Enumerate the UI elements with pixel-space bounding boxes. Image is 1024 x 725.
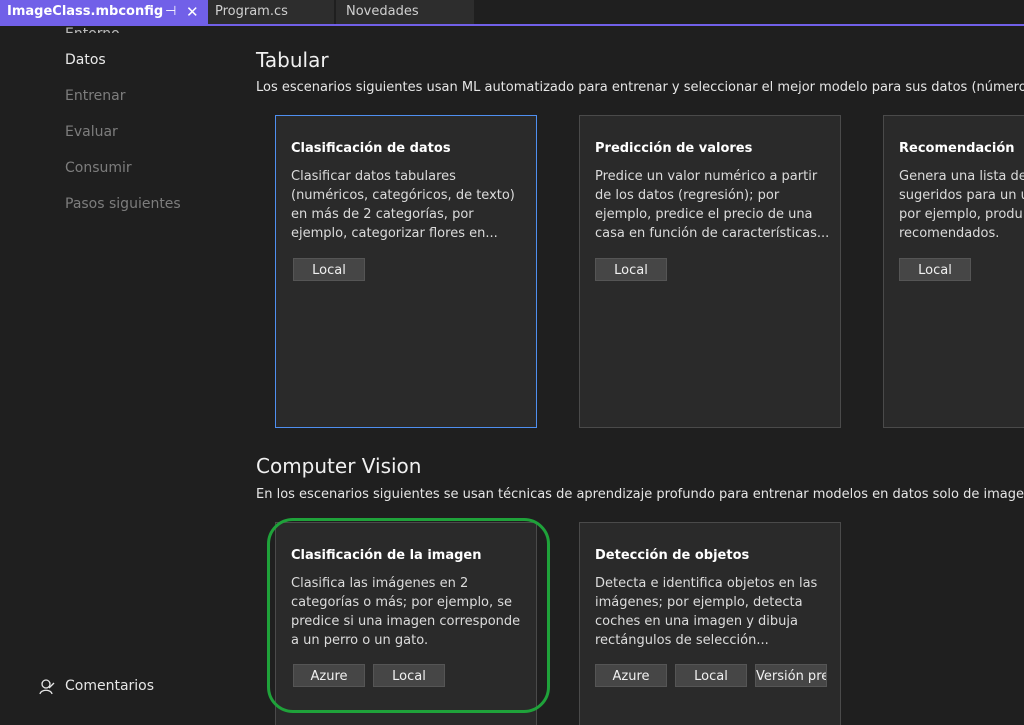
scenario-card-recommendation[interactable]: Recomendación Genera una lista de sugeri…	[883, 115, 1024, 428]
tab-label: Program.cs	[215, 4, 288, 19]
card-description-line: predice si una imagen corresponde	[291, 614, 521, 629]
card-description-line: por ejemplo, produ	[899, 207, 1023, 222]
card-description: Clasifica las imágenes en 2 categorías o…	[291, 574, 523, 650]
local-button[interactable]: Local	[899, 258, 971, 281]
card-description-line: imágenes; por ejemplo, detecta	[595, 595, 803, 610]
local-button[interactable]: Local	[595, 258, 667, 281]
section-description-tabular: Los escenarios siguientes usan ML automa…	[256, 80, 1024, 95]
scenario-card-object-detection[interactable]: Detección de objetos Detecta e identific…	[579, 522, 841, 725]
sidebar-item-entorno[interactable]: Entorno	[65, 26, 120, 33]
sidebar-item-pasos-siguientes[interactable]: Pasos siguientes	[65, 196, 181, 212]
card-description-line: ejemplo, categorizar flores en...	[291, 226, 498, 241]
tab-novedades[interactable]: Novedades	[336, 0, 474, 24]
scenario-card-data-classification[interactable]: Clasificación de datos Clasificar datos …	[275, 115, 537, 428]
tab-label: Novedades	[346, 4, 419, 19]
card-title: Recomendación	[899, 141, 1015, 156]
document-tab-bar: ImageClass.mbconfig ⊣ ✕ Program.cs Noved…	[0, 0, 1024, 26]
card-description-line: a un perro o un gato.	[291, 633, 429, 648]
section-title-computer-vision: Computer Vision	[256, 454, 422, 478]
card-description-line: Clasifica las imágenes en 2	[291, 576, 469, 591]
tab-label: ImageClass.mbconfig	[7, 4, 164, 19]
card-description: Predice un valor numérico a partir de lo…	[595, 167, 830, 243]
card-description-line: coches en una imagen y dibuja	[595, 614, 798, 629]
card-description-line: de los datos (regresión); por	[595, 188, 780, 203]
card-description-line: Clasificar datos tabulares	[291, 169, 456, 184]
tab-imageclass-mbconfig[interactable]: ImageClass.mbconfig ⊣ ✕	[0, 0, 208, 24]
card-title: Clasificación de datos	[291, 141, 451, 156]
preview-version-button[interactable]: Versión pre	[755, 664, 827, 687]
card-description-line: en más de 2 categorías, por	[291, 207, 474, 222]
scenario-panel: Tabular Los escenarios siguientes usan M…	[230, 28, 1024, 725]
card-description-line: ejemplo, predice el precio de una	[595, 207, 813, 222]
tab-program-cs[interactable]: Program.cs	[208, 0, 334, 24]
card-description-line: sugeridos para un u	[899, 188, 1024, 203]
card-description-line: Detecta e identifica objetos en las	[595, 576, 818, 591]
card-title: Clasificación de la imagen	[291, 548, 482, 563]
card-title: Detección de objetos	[595, 548, 750, 563]
card-description-line: casa en función de características...	[595, 226, 830, 241]
sidebar-item-datos[interactable]: Datos	[65, 52, 106, 68]
card-description-line: rectángulos de selección...	[595, 633, 769, 648]
section-description-computer-vision: En los escenarios siguientes se usan téc…	[256, 487, 1024, 502]
sidebar-item-consumir[interactable]: Consumir	[65, 160, 132, 176]
local-button[interactable]: Local	[675, 664, 747, 687]
azure-button[interactable]: Azure	[595, 664, 667, 687]
feedback-label: Comentarios	[65, 678, 155, 694]
card-description-line: (numéricos, categóricos, de texto)	[291, 188, 515, 203]
card-description: Clasificar datos tabulares (numéricos, c…	[291, 167, 523, 243]
card-description-line: Genera una lista de	[899, 169, 1024, 184]
section-title-tabular: Tabular	[256, 48, 329, 72]
scenario-card-image-classification[interactable]: Clasificación de la imagen Clasifica las…	[275, 522, 537, 725]
feedback-icon	[39, 679, 55, 695]
pin-icon[interactable]: ⊣	[165, 0, 176, 24]
azure-button[interactable]: Azure	[293, 664, 365, 687]
card-description: Genera una lista de sugeridos para un u …	[899, 167, 1024, 243]
local-button[interactable]: Local	[373, 664, 445, 687]
local-button[interactable]: Local	[293, 258, 365, 281]
sidebar-item-evaluar[interactable]: Evaluar	[65, 124, 118, 140]
scenario-card-value-prediction[interactable]: Predicción de valores Predice un valor n…	[579, 115, 841, 428]
card-description-line: recomendados.	[899, 226, 1000, 241]
card-description-line: Predice un valor numérico a partir	[595, 169, 818, 184]
card-description: Detecta e identifica objetos en las imág…	[595, 574, 827, 650]
card-title: Predicción de valores	[595, 141, 753, 156]
sidebar: Entorno Datos Entrenar Evaluar Consumir …	[0, 26, 230, 725]
sidebar-item-entrenar[interactable]: Entrenar	[65, 88, 125, 104]
close-icon[interactable]: ✕	[186, 0, 199, 24]
card-description-line: categorías o más; por ejemplo, se	[291, 595, 513, 610]
